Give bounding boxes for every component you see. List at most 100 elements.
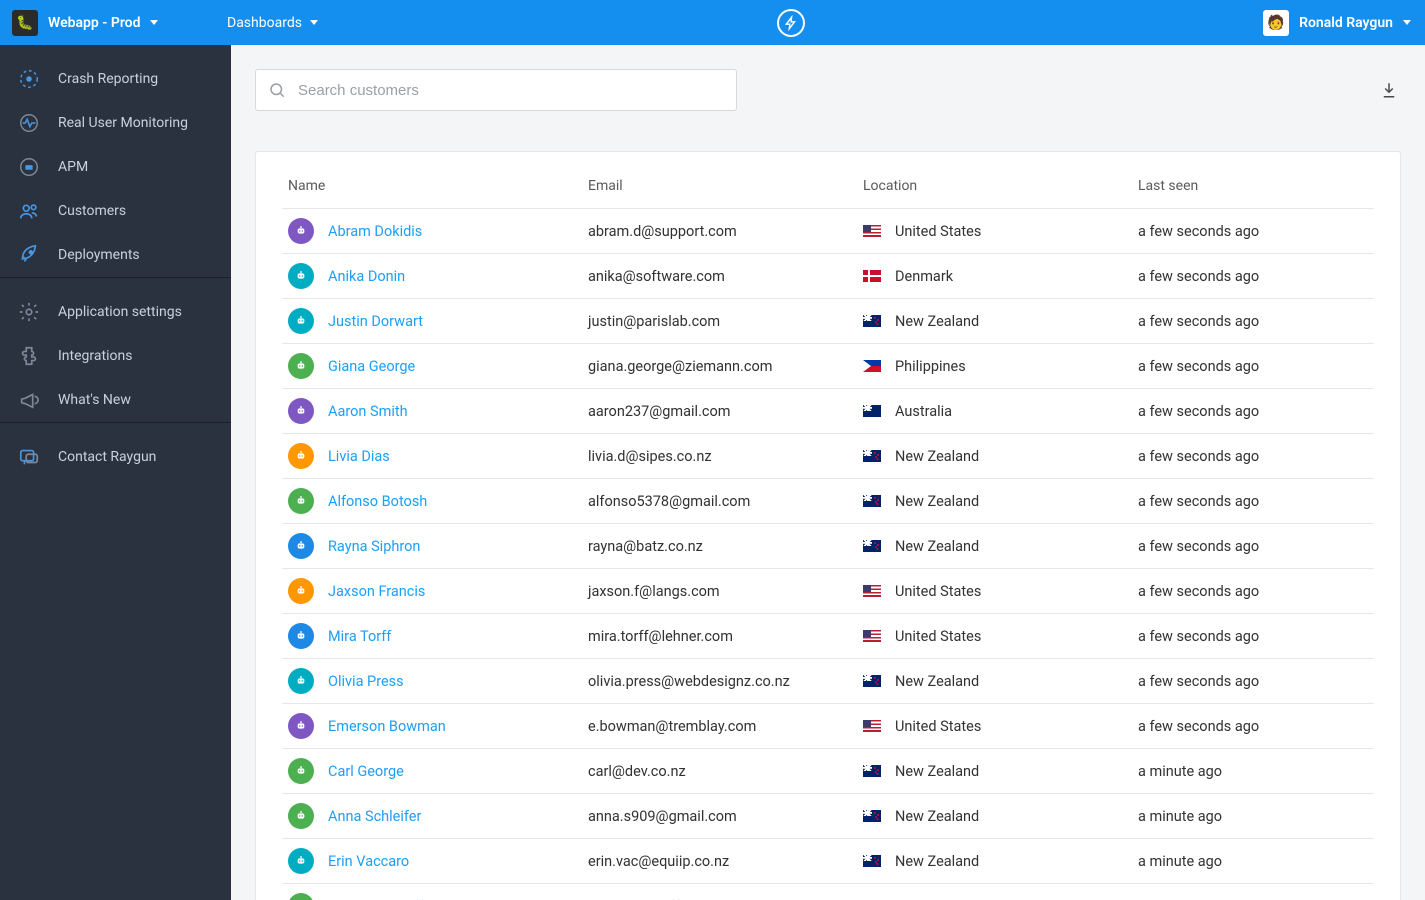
search-icon bbox=[268, 81, 286, 99]
robot-avatar-icon bbox=[288, 308, 314, 334]
app-icon: 🐛 bbox=[12, 10, 38, 36]
customer-last-seen: a minute ago bbox=[1132, 884, 1374, 900]
caret-down-icon bbox=[1403, 20, 1411, 25]
customer-last-seen: a few seconds ago bbox=[1132, 479, 1374, 524]
customer-name-link[interactable]: Olivia Press bbox=[328, 673, 404, 690]
customer-location: Philippines bbox=[895, 358, 966, 375]
sidebar-item-label: APM bbox=[58, 159, 88, 175]
caret-down-icon bbox=[150, 20, 158, 25]
download-button[interactable] bbox=[1377, 78, 1401, 102]
whatsnew-icon bbox=[18, 389, 40, 411]
customer-location: New Zealand bbox=[895, 808, 979, 825]
flag-icon bbox=[863, 810, 881, 822]
col-header-last-seen[interactable]: Last seen bbox=[1132, 178, 1374, 209]
customer-name-link[interactable]: Abram Dokidis bbox=[328, 223, 422, 240]
sidebar: Crash ReportingReal User Monitoring APM Cu… bbox=[0, 45, 231, 900]
customer-name-link[interactable]: Carl George bbox=[328, 763, 404, 780]
robot-avatar-icon bbox=[288, 893, 314, 900]
table-row[interactable]: Anika Donin anika@software.com Denmark a fe… bbox=[282, 254, 1374, 299]
table-row[interactable]: Justin Dorwartjustin@parislab.comNew Zea… bbox=[282, 299, 1374, 344]
customer-name-link[interactable]: Alfonso Botosh bbox=[328, 493, 427, 510]
col-header-location[interactable]: Location bbox=[857, 178, 1132, 209]
sidebar-item-customers[interactable]: Customers bbox=[0, 189, 231, 233]
customer-name-link[interactable]: Anika Donin bbox=[328, 268, 405, 285]
robot-avatar-icon bbox=[288, 218, 314, 244]
customer-email: anna.s909@gmail.com bbox=[582, 794, 857, 839]
customer-location: New Zealand bbox=[895, 763, 979, 780]
table-row[interactable]: Abram Dokidisabram.d@support.comUnited S… bbox=[282, 209, 1374, 254]
flag-icon bbox=[863, 540, 881, 552]
customer-name-link[interactable]: Aaron Smith bbox=[328, 403, 408, 420]
customer-email: anika@software.com bbox=[582, 254, 857, 299]
customer-email: mira.torff@lehner.com bbox=[582, 614, 857, 659]
customer-name-link[interactable]: Rayna Siphron bbox=[328, 538, 420, 555]
customer-email: aaron237@gmail.com bbox=[582, 389, 857, 434]
robot-avatar-icon bbox=[288, 488, 314, 514]
table-row[interactable]: Carter Aminoffcarter.aminoff@gmail.comNe… bbox=[282, 884, 1374, 900]
app-switcher[interactable]: 🐛 Webapp - Prod bbox=[12, 10, 207, 36]
sidebar-item-label: Contact Raygun bbox=[58, 449, 156, 465]
table-row[interactable]: Livia Diaslivia.d@sipes.co.nzNew Zealand… bbox=[282, 434, 1374, 479]
customer-name-link[interactable]: Mira Torff bbox=[328, 628, 391, 645]
flag-icon bbox=[863, 630, 881, 642]
table-row[interactable]: Aaron Smithaaron237@gmail.comAustraliaa … bbox=[282, 389, 1374, 434]
col-header-email[interactable]: Email bbox=[582, 178, 857, 209]
table-row[interactable]: Alfonso Botoshalfonso5378@gmail.comNew Z… bbox=[282, 479, 1374, 524]
customer-name-link[interactable]: Anna Schleifer bbox=[328, 808, 421, 825]
customer-name-link[interactable]: Emerson Bowman bbox=[328, 718, 446, 735]
table-row[interactable]: Olivia Pressolivia.press@webdesignz.co.n… bbox=[282, 659, 1374, 704]
customer-name-link[interactable]: Jaxson Francis bbox=[328, 583, 425, 600]
customer-location: New Zealand bbox=[895, 538, 979, 555]
customer-last-seen: a few seconds ago bbox=[1132, 659, 1374, 704]
dashboards-menu[interactable]: Dashboards bbox=[207, 15, 318, 31]
table-row[interactable]: Erin Vaccaroerin.vac@equiip.co.nzNew Zea… bbox=[282, 839, 1374, 884]
customer-location: Denmark bbox=[895, 268, 953, 285]
customer-last-seen: a few seconds ago bbox=[1132, 344, 1374, 389]
customer-location: Australia bbox=[895, 403, 952, 420]
sidebar-item-label: Integrations bbox=[58, 348, 132, 364]
deployments-icon bbox=[18, 244, 40, 266]
table-row[interactable]: Carl Georgecarl@dev.co.nzNew Zealanda mi… bbox=[282, 749, 1374, 794]
sidebar-item-integrations[interactable]: Integrations bbox=[0, 334, 231, 378]
col-header-name[interactable]: Name bbox=[282, 178, 582, 209]
user-menu[interactable]: 🧑 Ronald Raygun bbox=[1263, 10, 1411, 36]
robot-avatar-icon bbox=[288, 713, 314, 739]
customer-last-seen: a minute ago bbox=[1132, 839, 1374, 884]
customer-email: carter.aminoff@gmail.com bbox=[582, 884, 857, 900]
search-input[interactable] bbox=[296, 81, 724, 100]
flag-icon bbox=[863, 225, 881, 237]
table-row[interactable]: Anna Schleifer anna.s909@gmail.com New Zea… bbox=[282, 794, 1374, 839]
rum-icon bbox=[18, 112, 40, 134]
app-name: Webapp - Prod bbox=[48, 15, 140, 31]
sidebar-item-application-settings[interactable]: Application settings bbox=[0, 290, 231, 334]
sidebar-item-crash-reporting[interactable]: Crash Reporting bbox=[0, 57, 231, 101]
customer-last-seen: a few seconds ago bbox=[1132, 254, 1374, 299]
sidebar-item-label: Customers bbox=[58, 203, 126, 219]
customer-last-seen: a few seconds ago bbox=[1132, 704, 1374, 749]
flag-icon bbox=[863, 315, 881, 327]
customer-name-link[interactable]: Giana George bbox=[328, 358, 415, 375]
customer-name-link[interactable]: Livia Dias bbox=[328, 448, 390, 465]
sidebar-item-deployments[interactable]: Deployments bbox=[0, 233, 231, 277]
sidebar-item-what-s-new[interactable]: What's New bbox=[0, 378, 231, 422]
customer-name-link[interactable]: Justin Dorwart bbox=[328, 313, 423, 330]
customer-last-seen: a few seconds ago bbox=[1132, 569, 1374, 614]
table-row[interactable]: Giana Georgegiana.george@ziemann.comPhil… bbox=[282, 344, 1374, 389]
download-icon bbox=[1380, 81, 1398, 99]
robot-avatar-icon bbox=[288, 353, 314, 379]
bolt-icon[interactable] bbox=[777, 9, 805, 37]
dashboards-label: Dashboards bbox=[227, 15, 302, 31]
sidebar-item-contact-raygun[interactable]: Contact Raygun bbox=[0, 435, 231, 479]
table-row[interactable]: Emerson Bowmane.bowman@tremblay.comUnite… bbox=[282, 704, 1374, 749]
customer-email: jaxson.f@langs.com bbox=[582, 569, 857, 614]
table-row[interactable]: Rayna Siphronrayna@batz.co.nzNew Zealand… bbox=[282, 524, 1374, 569]
table-row[interactable]: Mira Torff mira.torff@lehner.com United St… bbox=[282, 614, 1374, 659]
table-row[interactable]: Jaxson Francisjaxson.f@langs.comUnited S… bbox=[282, 569, 1374, 614]
sidebar-item-label: Deployments bbox=[58, 247, 140, 263]
search-box[interactable] bbox=[255, 69, 737, 111]
customer-location: United States bbox=[895, 628, 981, 645]
flag-icon bbox=[863, 675, 881, 687]
customer-name-link[interactable]: Erin Vaccaro bbox=[328, 853, 409, 870]
sidebar-item-apm[interactable]: APM bbox=[0, 145, 231, 189]
sidebar-item-real-user-monitoring[interactable]: Real User Monitoring bbox=[0, 101, 231, 145]
